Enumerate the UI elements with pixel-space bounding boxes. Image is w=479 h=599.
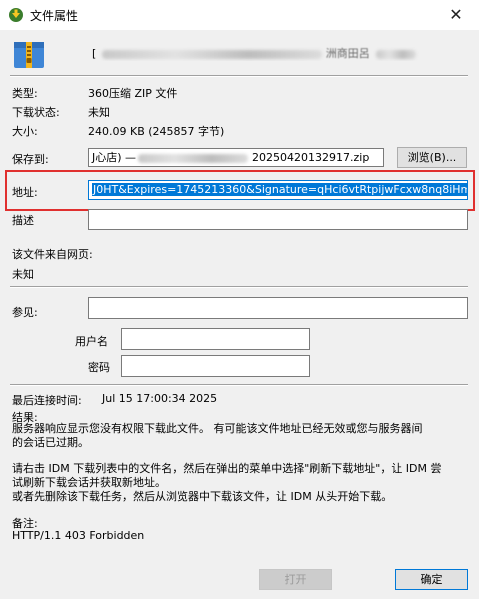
source-page-value: 未知 bbox=[12, 268, 34, 281]
close-icon: ✕ bbox=[449, 5, 463, 24]
result-message-1: 服务器响应显示您没有权限下载此文件。 有可能该文件地址已经无效或您与服务器间 的… bbox=[12, 422, 467, 450]
description-field[interactable] bbox=[88, 209, 468, 230]
window-title: 文件属性 bbox=[30, 9, 79, 23]
redacted-segment bbox=[138, 153, 249, 163]
referer-field[interactable] bbox=[88, 297, 468, 319]
address-value: J0HT&Expires=1745213360&Signature=qHci6v… bbox=[92, 183, 467, 196]
open-button[interactable]: 打开 bbox=[259, 569, 332, 590]
password-label: 密码 bbox=[88, 361, 110, 374]
ok-button[interactable]: 确定 bbox=[395, 569, 468, 590]
save-path-field[interactable]: J心店) — 20250420132917.zip bbox=[88, 148, 384, 167]
type-label: 类型: bbox=[12, 87, 38, 100]
source-page-label: 该文件来自网页: bbox=[12, 248, 93, 261]
result-line: 的会话已过期。 bbox=[12, 436, 89, 449]
file-name-end: 洲商田呂 bbox=[325, 47, 370, 60]
password-field[interactable] bbox=[121, 355, 310, 377]
browse-button[interactable]: 浏览(B)... bbox=[397, 147, 467, 168]
file-name: [ 洲商田呂 bbox=[92, 45, 452, 61]
size-label: 大小: bbox=[12, 125, 38, 138]
status-label: 下载状态: bbox=[12, 106, 60, 119]
result-line: 请右击 IDM 下载列表中的文件名，然后在弹出的菜单中选择"刷新下载地址"，让 … bbox=[12, 462, 442, 475]
save-path-start: J心店) — bbox=[92, 151, 137, 164]
referer-label: 参见: bbox=[12, 306, 38, 319]
zip-archive-icon bbox=[14, 42, 44, 68]
last-connect-value: Jul 15 17:00:34 2025 bbox=[102, 392, 218, 405]
result-message-2: 请右击 IDM 下载列表中的文件名，然后在弹出的菜单中选择"刷新下载地址"，让 … bbox=[12, 462, 467, 504]
username-label: 用户名 bbox=[75, 335, 108, 348]
save-to-label: 保存到: bbox=[12, 153, 49, 166]
notes-value: HTTP/1.1 403 Forbidden bbox=[12, 529, 145, 542]
file-name-start: [ bbox=[92, 47, 97, 60]
size-value: 240.09 KB (245857 字节) bbox=[88, 125, 225, 138]
redacted-segment bbox=[102, 49, 323, 59]
username-field[interactable] bbox=[121, 328, 310, 350]
close-button[interactable]: ✕ bbox=[433, 0, 479, 30]
result-line: 服务器响应显示您没有权限下载此文件。 有可能该文件地址已经无效或您与服务器间 bbox=[12, 422, 423, 435]
divider bbox=[10, 286, 468, 288]
address-label: 地址: bbox=[12, 186, 38, 199]
status-value: 未知 bbox=[88, 106, 110, 119]
type-value: 360压缩 ZIP 文件 bbox=[88, 87, 178, 100]
address-field[interactable]: J0HT&Expires=1745213360&Signature=qHci6v… bbox=[88, 180, 468, 200]
description-label: 描述 bbox=[12, 214, 34, 227]
redacted-segment bbox=[375, 49, 416, 59]
idm-app-icon bbox=[9, 8, 23, 22]
save-path-end: 20250420132917.zip bbox=[252, 151, 370, 164]
divider bbox=[10, 384, 468, 386]
divider bbox=[10, 75, 468, 77]
title-bar: 文件属性 ✕ bbox=[0, 0, 479, 30]
result-line: 或者先删除该下载任务，然后从浏览器中下载该文件，让 IDM 从头开始下载。 bbox=[12, 490, 393, 503]
result-line: 试刷新下载会话并获取新地址。 bbox=[12, 476, 166, 489]
last-connect-label: 最后连接时间: bbox=[12, 394, 82, 407]
